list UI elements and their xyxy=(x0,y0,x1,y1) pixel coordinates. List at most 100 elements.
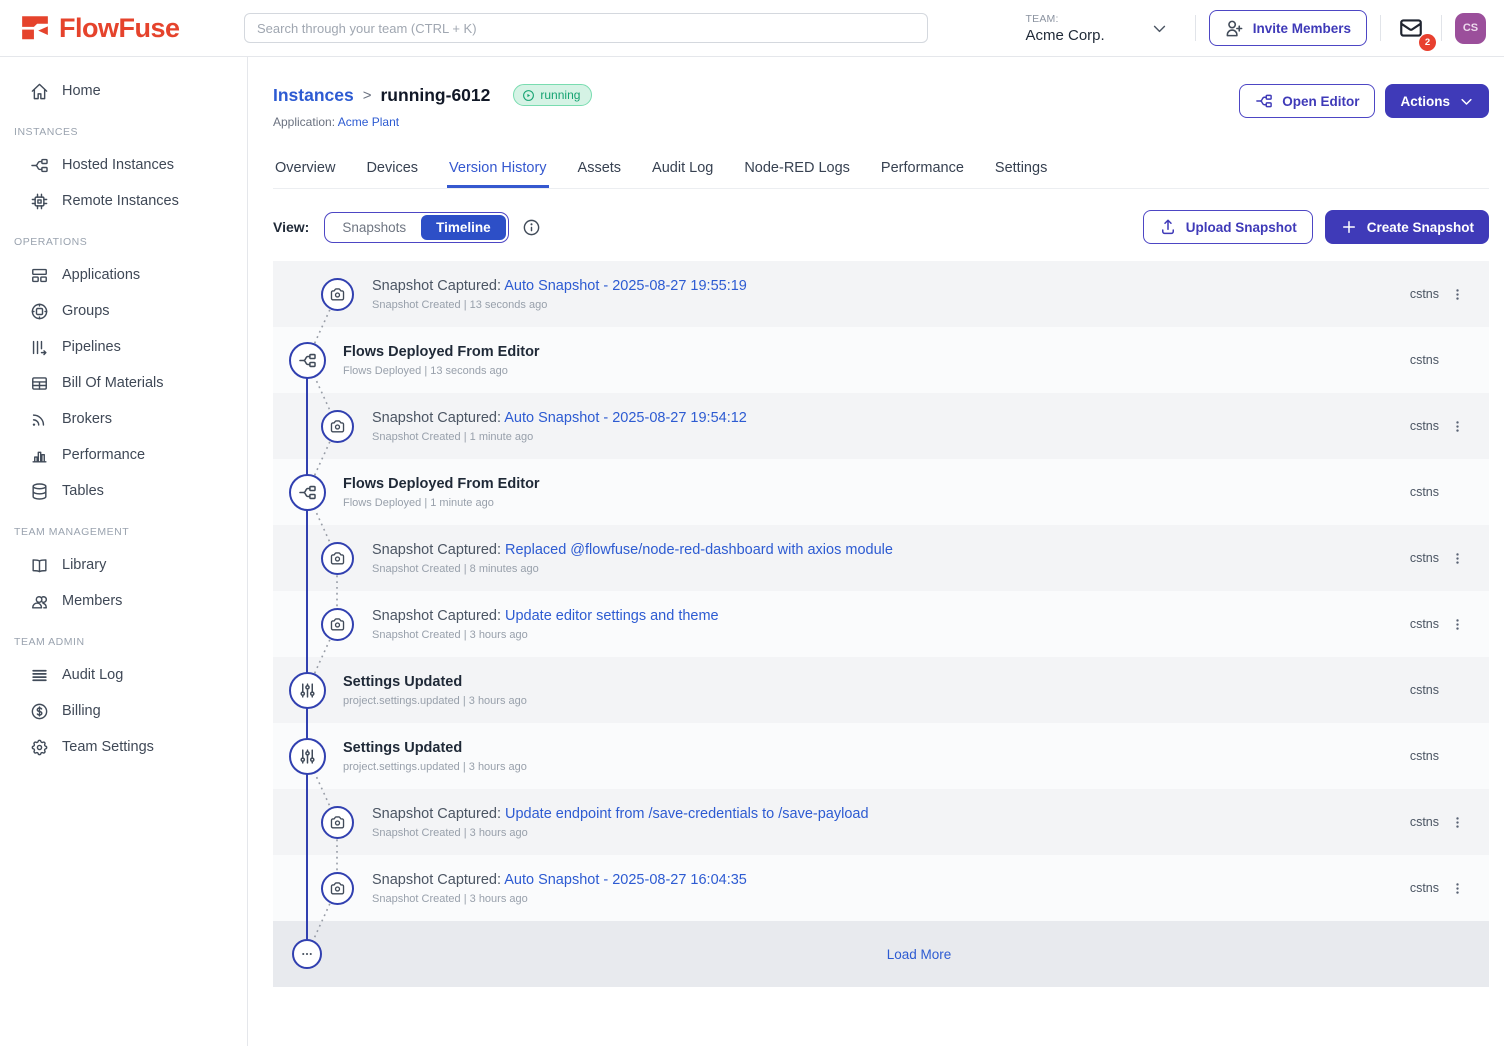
breadcrumb-instances-link[interactable]: Instances xyxy=(273,85,354,106)
kebab-menu-button[interactable] xyxy=(1446,877,1469,900)
node-red-editor-icon xyxy=(1255,92,1273,110)
application-link[interactable]: Acme Plant xyxy=(338,115,399,129)
user-avatar[interactable]: CS xyxy=(1455,13,1486,44)
sidebar-item-pipelines[interactable]: Pipelines xyxy=(0,329,247,365)
sidebar-item-tables[interactable]: Tables xyxy=(0,473,247,509)
row-menu-slot xyxy=(1439,811,1475,834)
kebab-menu-button[interactable] xyxy=(1446,283,1469,306)
library-icon xyxy=(30,556,49,575)
timeline-row-content: Snapshot Captured: Replaced @flowfuse/no… xyxy=(273,542,1395,575)
team-search-input[interactable] xyxy=(244,13,928,43)
tab-node-red-logs[interactable]: Node-RED Logs xyxy=(742,150,852,188)
timeline-node-camera-icon xyxy=(321,410,354,443)
sidebar-section-team-management: TEAM MANAGEMENT xyxy=(14,526,247,538)
sidebar-item-bill-of-materials[interactable]: Bill Of Materials xyxy=(0,365,247,401)
timeline-node-flows-icon xyxy=(289,342,326,379)
sidebar-item-library[interactable]: Library xyxy=(0,547,247,583)
snapshot-link[interactable]: Auto Snapshot - 2025-08-27 19:54:12 xyxy=(504,410,747,426)
flowfuse-logo[interactable]: FlowFuse xyxy=(20,13,244,44)
sidebar-item-home[interactable]: Home xyxy=(0,73,247,109)
sidebar-item-billing[interactable]: Billing xyxy=(0,693,247,729)
snapshot-title-prefix: Snapshot Captured: xyxy=(372,278,504,294)
timeline-node-adjustments-icon xyxy=(289,738,326,775)
header-divider xyxy=(1441,15,1442,41)
snapshot-link[interactable]: Update endpoint from /save-credentials t… xyxy=(505,806,869,822)
sidebar-item-team-settings[interactable]: Team Settings xyxy=(0,729,247,765)
version-history-toolbar: View: Snapshots Timeline Upload Snapshot xyxy=(273,210,1489,244)
sidebar-item-groups[interactable]: Groups xyxy=(0,293,247,329)
tab-audit-log[interactable]: Audit Log xyxy=(650,150,715,188)
timeline-row-content: Settings Updatedproject.settings.updated… xyxy=(273,674,1395,707)
timeline-row-title: Flows Deployed From Editor xyxy=(343,344,1395,360)
sidebar-item-label: Bill Of Materials xyxy=(62,375,164,391)
sidebar-item-label: Members xyxy=(62,593,122,609)
app-root: FlowFuse TEAM: Acme Corp. Invite Members… xyxy=(0,0,1504,1046)
tab-devices[interactable]: Devices xyxy=(364,150,420,188)
snapshot-title-prefix: Snapshot Captured: xyxy=(372,806,505,822)
notifications-button[interactable]: 2 xyxy=(1394,11,1428,45)
sidebar-item-audit-log[interactable]: Audit Log xyxy=(0,657,247,693)
snapshot-link[interactable]: Replaced @flowfuse/node-red-dashboard wi… xyxy=(505,542,893,558)
load-more-link[interactable]: Load More xyxy=(887,947,952,962)
tab-version-history[interactable]: Version History xyxy=(447,150,549,188)
sidebar-item-brokers[interactable]: Brokers xyxy=(0,401,247,437)
event-title: Flows Deployed From Editor xyxy=(343,344,540,360)
tab-performance[interactable]: Performance xyxy=(879,150,966,188)
tab-overview[interactable]: Overview xyxy=(273,150,337,188)
info-button[interactable] xyxy=(522,218,541,237)
row-user: cstns xyxy=(1395,881,1439,895)
sidebar-item-label: Applications xyxy=(62,267,140,283)
invite-members-label: Invite Members xyxy=(1253,21,1351,36)
kebab-menu-button[interactable] xyxy=(1446,415,1469,438)
snapshot-link[interactable]: Auto Snapshot - 2025-08-27 16:04:35 xyxy=(504,872,747,888)
row-menu-slot xyxy=(1439,415,1475,438)
database-icon xyxy=(30,482,49,501)
timeline-row-meta: Snapshot Created | 3 hours ago xyxy=(372,827,1395,839)
adjustments-icon xyxy=(298,681,317,700)
kebab-menu-button[interactable] xyxy=(1446,547,1469,570)
timeline-row-title: Snapshot Captured: Replaced @flowfuse/no… xyxy=(372,542,1395,558)
timeline-node-camera-icon xyxy=(321,806,354,839)
team-selector[interactable]: TEAM: Acme Corp. xyxy=(1026,13,1182,44)
timeline-row: Snapshot Captured: Update endpoint from … xyxy=(273,789,1489,855)
chevron-down-icon xyxy=(1151,20,1168,37)
event-title: Settings Updated xyxy=(343,740,462,756)
snapshot-link[interactable]: Update editor settings and theme xyxy=(505,608,719,624)
timeline-row-content: Flows Deployed From EditorFlows Deployed… xyxy=(273,344,1395,377)
row-menu-slot xyxy=(1439,283,1475,306)
sidebar-item-performance[interactable]: Performance xyxy=(0,437,247,473)
upload-icon xyxy=(1159,218,1177,236)
create-snapshot-button[interactable]: Create Snapshot xyxy=(1325,210,1489,244)
open-editor-button[interactable]: Open Editor xyxy=(1239,84,1375,118)
tab-assets[interactable]: Assets xyxy=(576,150,624,188)
tab-settings[interactable]: Settings xyxy=(993,150,1049,188)
sidebar: HomeINSTANCESHosted InstancesRemote Inst… xyxy=(0,57,248,1046)
sidebar-item-hosted-instances[interactable]: Hosted Instances xyxy=(0,147,247,183)
timeline-row-meta: Snapshot Created | 8 minutes ago xyxy=(372,563,1395,575)
view-toggle: Snapshots Timeline xyxy=(324,212,508,243)
kebab-menu-button[interactable] xyxy=(1446,613,1469,636)
invite-members-button[interactable]: Invite Members xyxy=(1209,10,1367,46)
actions-button[interactable]: Actions xyxy=(1385,84,1489,118)
breadcrumb-separator: > xyxy=(363,87,372,104)
view-toggle-snapshots[interactable]: Snapshots xyxy=(327,215,421,240)
pipelines-icon xyxy=(30,338,49,357)
camera-icon xyxy=(329,550,346,567)
upload-snapshot-button[interactable]: Upload Snapshot xyxy=(1143,210,1313,244)
timeline-row-content: Snapshot Captured: Update editor setting… xyxy=(273,608,1395,641)
view-toggle-timeline[interactable]: Timeline xyxy=(421,215,506,240)
kebab-menu-button[interactable] xyxy=(1446,811,1469,834)
timeline-row: Flows Deployed From EditorFlows Deployed… xyxy=(273,327,1489,393)
timeline-row-title: Flows Deployed From Editor xyxy=(343,476,1395,492)
sidebar-item-label: Pipelines xyxy=(62,339,121,355)
sidebar-item-members[interactable]: Members xyxy=(0,583,247,619)
flowfuse-logo-icon xyxy=(20,14,50,42)
sidebar-item-applications[interactable]: Applications xyxy=(0,257,247,293)
timeline-row-meta: Snapshot Created | 3 hours ago xyxy=(372,629,1395,641)
flows-icon xyxy=(298,483,317,502)
page-head-left: Instances > running-6012 running Applica… xyxy=(273,84,592,129)
view-label: View: xyxy=(273,219,309,235)
sidebar-item-remote-instances[interactable]: Remote Instances xyxy=(0,183,247,219)
snapshot-link[interactable]: Auto Snapshot - 2025-08-27 19:55:19 xyxy=(504,278,747,294)
row-user: cstns xyxy=(1395,617,1439,631)
